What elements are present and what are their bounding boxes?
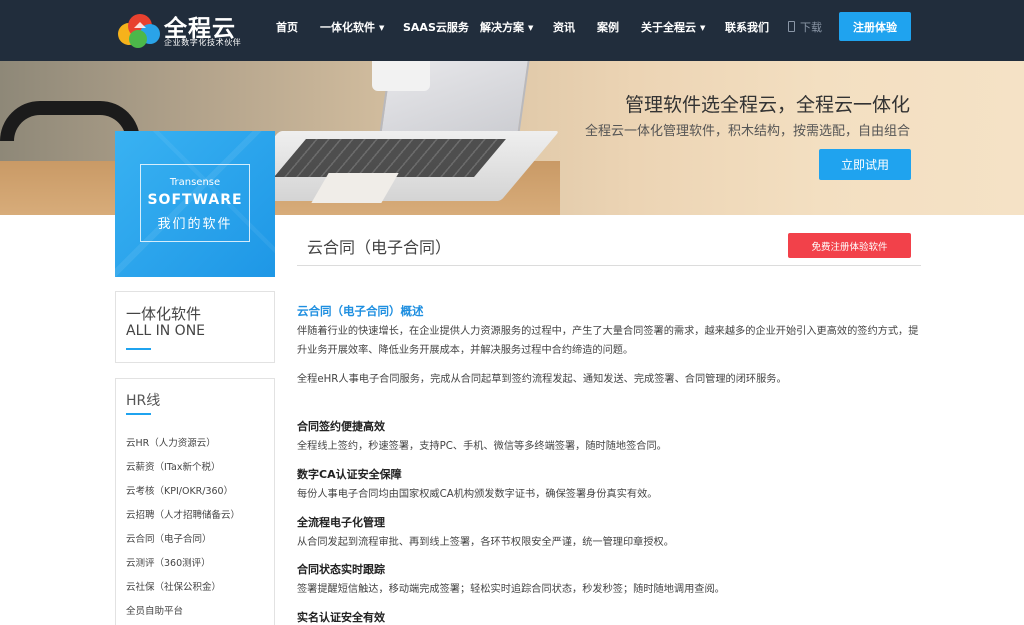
software-badge-subtitle: 我们的软件	[157, 217, 233, 232]
sidebar-item-cloud-recruit[interactable]: 云招聘（人才招聘储备云）	[126, 507, 240, 521]
nav-item-software[interactable]: 一体化软件 ▼	[320, 19, 384, 35]
sidebar-allinone-subtitle: ALL IN ONE	[126, 323, 206, 339]
cloud-logo-icon	[118, 14, 160, 48]
accent-underline	[126, 413, 151, 415]
banner-keyboard-graphic	[274, 139, 506, 177]
nav-item-home[interactable]: 首页	[276, 19, 298, 35]
nav-item-cases[interactable]: 案例	[597, 19, 619, 35]
nav-item-contact[interactable]: 联系我们	[725, 19, 769, 35]
download-link[interactable]: 下载	[788, 19, 822, 35]
try-now-button[interactable]: 立即试用	[819, 149, 911, 180]
nav-item-about[interactable]: 关于全程云 ▼	[641, 19, 705, 35]
nav-item-saas[interactable]: SAAS云服务	[403, 19, 469, 35]
software-badge: Transense SOFTWARE 我们的软件	[115, 131, 275, 277]
sidebar-item-cloud-kpi[interactable]: 云考核（KPI/OKR/360）	[126, 483, 233, 497]
logo[interactable]: 全程云 企业数字化技术伙伴	[116, 8, 246, 50]
software-badge-title: SOFTWARE	[147, 192, 243, 208]
feature-title: 数字CA认证安全保障	[297, 468, 402, 481]
nav-item-solutions[interactable]: 解决方案 ▼	[480, 19, 533, 35]
sidebar-item-cloud-assessment[interactable]: 云测评（360测评）	[126, 555, 211, 569]
title-divider	[297, 265, 921, 266]
phone-icon	[788, 21, 795, 32]
feature-title: 实名认证安全有效	[297, 611, 385, 624]
feature-description: 全程线上签约，秒速签署，支持PC、手机、微信等多终端签署，随时随地签合同。	[297, 441, 667, 452]
banner-subtitle: 全程云一体化管理软件，积木结构，按需选配，自由组合	[584, 124, 910, 139]
chevron-down-icon: ▼	[528, 24, 534, 32]
feature-title: 合同签约便捷高效	[297, 420, 385, 433]
accent-underline	[126, 348, 151, 350]
sidebar-allinone-card[interactable]: 一体化软件 ALL IN ONE	[115, 291, 275, 363]
nav-item-news[interactable]: 资讯	[553, 19, 575, 35]
software-badge-brand: Transense	[169, 177, 221, 188]
top-navbar: 全程云 企业数字化技术伙伴 首页 一体化软件 ▼ SAAS云服务 解决方案 ▼ 资讯…	[0, 0, 1024, 61]
sidebar-hr-title: HR线	[126, 393, 161, 409]
sidebar-item-cloud-salary[interactable]: 云薪资（ITax新个税）	[126, 459, 220, 473]
banner-title: 管理软件选全程云，全程云一体化	[624, 94, 910, 116]
sidebar-item-self-service[interactable]: 全员自助平台	[126, 603, 183, 617]
feature-description: 每份人事电子合同均由国家权威CA机构颁发数字证书，确保签署身份真实有效。	[297, 489, 658, 500]
feature-title: 全流程电子化管理	[297, 516, 385, 529]
service-paragraph: 全程eHR人事电子合同服务，完成从合同起草到签约流程发起、通知发送、完成签署、合…	[297, 374, 787, 385]
sidebar-hr-card: HR线 云HR（人力资源云） 云薪资（ITax新个税） 云考核（KPI/OKR/…	[115, 378, 275, 625]
sidebar-item-cloud-hr[interactable]: 云HR（人力资源云）	[126, 435, 216, 449]
overview-paragraph: 伴随着行业的快速增长，在企业提供人力资源服务的过程中，产生了大量合同签署的需求，…	[297, 326, 919, 356]
free-register-button[interactable]: 免费注册体验软件	[788, 233, 911, 258]
logo-subtitle: 企业数字化技术伙伴	[164, 38, 242, 47]
sidebar-allinone-title: 一体化软件	[126, 305, 202, 323]
feature-title: 合同状态实时跟踪	[297, 563, 385, 576]
feature-description: 从合同发起到流程审批、再到线上签署，各环节权限安全严谨，统一管理印章授权。	[297, 537, 674, 548]
overview-heading: 云合同（电子合同）概述	[297, 304, 424, 318]
register-button[interactable]: 注册体验	[839, 12, 911, 41]
page-title: 云合同（电子合同）	[307, 238, 452, 257]
chevron-down-icon: ▼	[379, 24, 385, 32]
sidebar-item-cloud-social[interactable]: 云社保（社保公积金）	[126, 579, 221, 593]
chevron-down-icon: ▼	[700, 24, 706, 32]
feature-description: 签署提醒短信触达，移动端完成签署；轻松实时追踪合同状态，秒发秒签；随时随地调用查…	[297, 584, 725, 595]
sidebar-item-cloud-contract[interactable]: 云合同（电子合同）	[126, 531, 212, 545]
banner-mug-graphic	[372, 61, 430, 91]
